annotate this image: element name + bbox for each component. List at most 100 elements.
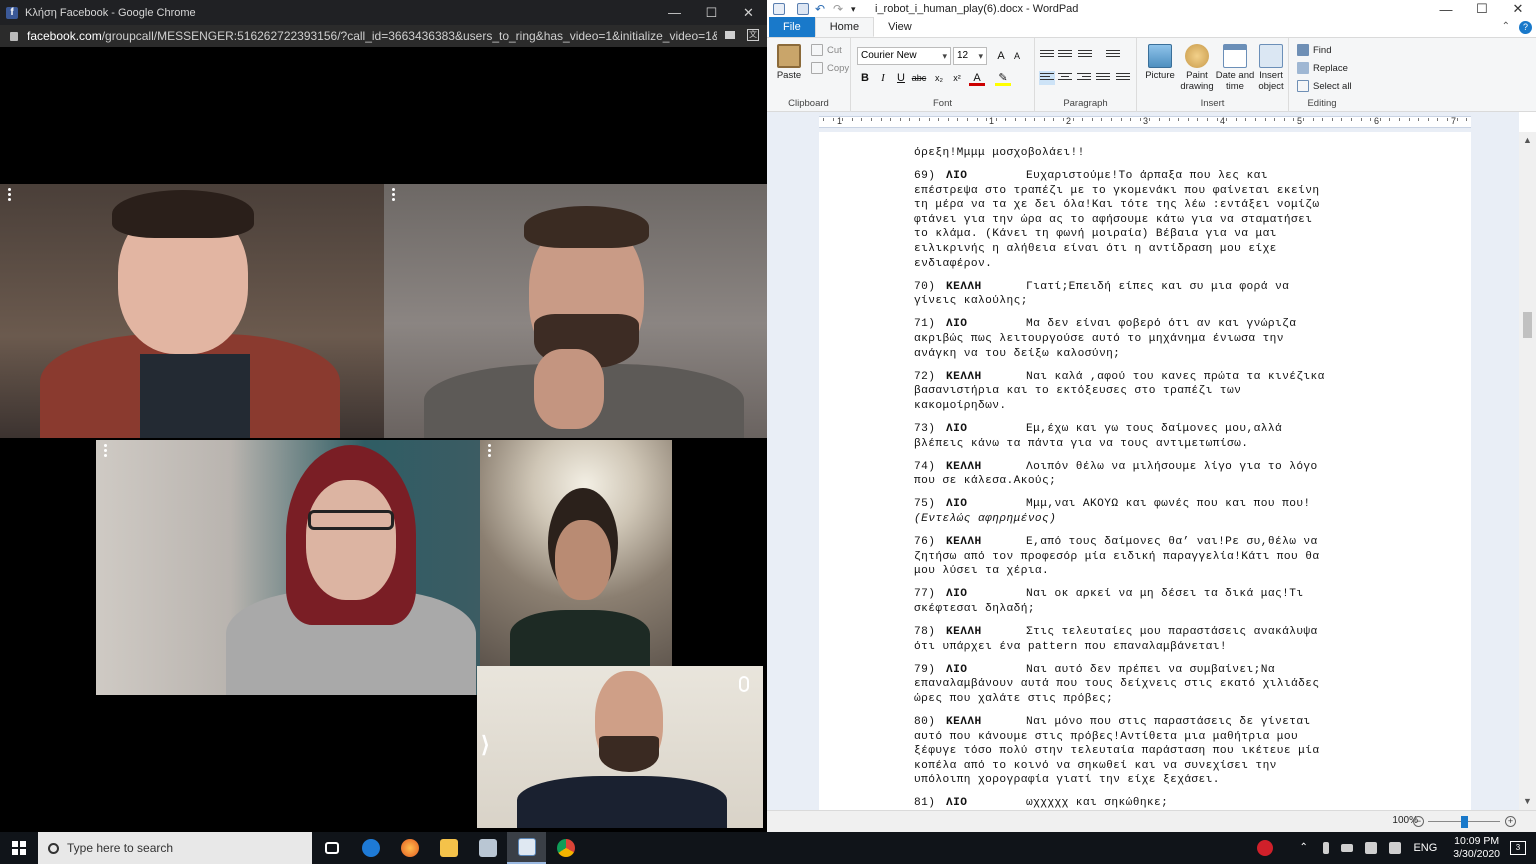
chrome-taskbar-icon[interactable] [546,832,585,864]
show-hidden-icons-icon[interactable]: ⌃ [1299,842,1311,854]
italic-icon[interactable]: I [875,70,891,86]
tile-menu-icon[interactable] [104,444,108,459]
scissors-icon [811,44,823,56]
file-explorer-icon[interactable] [429,832,468,864]
copy-button[interactable]: Copy [811,62,849,74]
quick-access-dropdown-icon[interactable]: ▾ [851,3,863,15]
video-tile-participant-3[interactable] [96,440,480,695]
justify-icon[interactable] [1095,71,1111,85]
underline-icon[interactable]: U [893,70,909,86]
address-bar[interactable]: facebook.com/groupcall/MESSENGER:5162627… [0,25,767,47]
find-button[interactable]: Find [1297,44,1331,56]
vertical-scrollbar[interactable]: ▲ ▼ [1519,132,1536,810]
superscript-icon[interactable]: x² [949,70,965,86]
increase-indent-icon[interactable] [1057,48,1073,62]
subscript-icon[interactable]: x₂ [931,70,947,86]
zoom-out-icon[interactable]: − [1413,816,1424,827]
url-text[interactable]: facebook.com/groupcall/MESSENGER:5162627… [27,29,717,43]
taskbar-search-box[interactable]: Type here to search [38,832,312,864]
shrink-font-icon[interactable]: A [1009,48,1025,64]
antivirus-icon[interactable] [1257,840,1274,856]
minimize-button[interactable]: — [656,0,693,25]
dialogue-continuation-line: ειλικρινής η αλήθεια είναι ότι η αντίδρα… [914,243,1277,256]
language-indicator[interactable]: ENG [1413,842,1437,854]
paint-drawing-button[interactable]: Paint drawing [1177,44,1217,92]
replace-button[interactable]: Replace [1297,62,1348,74]
maximize-button[interactable]: ☐ [693,0,730,25]
date-time-button[interactable]: Date and time [1215,44,1255,92]
insert-object-button[interactable]: Insert object [1253,44,1289,92]
lock-icon[interactable] [10,31,18,41]
list-icon[interactable] [1077,48,1093,62]
collapse-ribbon-icon[interactable]: ⌃ [1502,21,1510,32]
align-left-icon[interactable] [1039,71,1055,85]
document-text[interactable]: όρεξη!Μμμμ μοσχοβολάει!! 69) ΛΙΟ Ευχαριστο… [914,146,1474,810]
save-icon[interactable] [797,3,809,15]
edge-icon[interactable] [351,832,390,864]
align-right-icon[interactable] [1076,71,1092,85]
maximize-button[interactable]: ☐ [1464,0,1500,18]
ruler[interactable]: 11234567 [767,112,1519,132]
battery-icon[interactable] [1341,844,1354,852]
wordpad-taskbar-icon[interactable] [507,832,546,864]
scroll-up-icon[interactable]: ▲ [1519,132,1536,149]
scroll-thumb[interactable] [1523,312,1532,338]
zoom-in-icon[interactable]: + [1505,816,1516,827]
task-view-icon[interactable] [312,832,351,864]
microphone-icon[interactable] [1323,842,1330,854]
ruler-number: 4 [1220,116,1226,126]
microphone-muted-icon[interactable] [739,676,749,692]
select-all-button[interactable]: Select all [1297,80,1352,92]
redo-icon[interactable]: ↷ [833,3,845,15]
search-placeholder: Type here to search [67,841,174,855]
notifications-icon[interactable]: 3 [1510,841,1526,855]
document-page[interactable]: όρεξη!Μμμμ μοσχοβολάει!! 69) ΛΙΟ Ευχαριστο… [819,132,1471,810]
zoom-slider-thumb[interactable] [1461,816,1468,828]
tab-file[interactable]: File [769,17,815,37]
clock[interactable]: 10:09 PM 3/30/2020 [1453,835,1500,861]
video-tile-participant-4[interactable] [480,440,672,666]
start-button[interactable] [0,832,38,864]
ruler-tick [1130,118,1132,121]
strikethrough-icon[interactable]: abc [911,70,927,86]
grow-font-icon[interactable]: A [993,48,1009,64]
close-button[interactable]: ✕ [730,0,767,25]
picture-button[interactable]: Picture [1143,44,1177,81]
cut-button[interactable]: Cut [811,44,842,56]
video-tile-participant-2[interactable] [384,184,767,438]
tile-menu-icon[interactable] [8,188,12,203]
tile-menu-icon[interactable] [488,444,492,459]
minimize-button[interactable]: — [1428,0,1464,18]
bold-icon[interactable]: B [857,70,873,86]
paste-button[interactable]: Paste [775,44,803,81]
document-area[interactable]: όρεξη!Μμμμ μοσχοβολάει!! 69) ΛΙΟ Ευχαριστο… [767,132,1519,810]
line-spacing-icon[interactable] [1105,48,1121,62]
dialogue-continuation-line: βασανιστήρια και το εκτόξευσες στο τραπέ… [914,385,1242,398]
volume-icon[interactable] [1389,842,1402,854]
close-button[interactable]: ✕ [1500,0,1536,18]
tab-home[interactable]: Home [814,17,875,37]
font-family-select[interactable]: Courier New [857,47,951,65]
decrease-indent-icon[interactable] [1039,48,1055,62]
tab-view[interactable]: View [874,17,926,37]
font-size-select[interactable]: 12 [953,47,987,65]
text-color-icon[interactable]: A [969,70,985,86]
paragraph-settings-icon[interactable] [1115,71,1131,85]
wifi-icon[interactable] [1365,842,1378,854]
help-icon[interactable]: ? [1519,21,1532,34]
firefox-icon[interactable] [390,832,429,864]
highlight-color-icon[interactable]: ✎ [995,70,1011,86]
align-center-icon[interactable] [1057,71,1073,85]
ruler-tick [861,118,863,121]
translate-icon[interactable]: 文 [747,29,759,41]
dialogue-text: Ναι καλά ,αφού του κανες πρώτα τα κινέζι… [1026,370,1325,383]
scroll-down-icon[interactable]: ▼ [1519,793,1536,810]
expand-arrow-icon[interactable]: ⟩ [481,732,490,758]
tile-menu-icon[interactable] [392,188,396,203]
video-tile-self[interactable]: ⟩ [477,666,763,828]
video-tile-participant-1[interactable] [0,184,384,438]
camera-icon[interactable] [725,31,735,39]
app-icon[interactable] [468,832,507,864]
wordpad-app-icon[interactable] [773,3,785,15]
undo-icon[interactable]: ↶ [815,3,827,15]
